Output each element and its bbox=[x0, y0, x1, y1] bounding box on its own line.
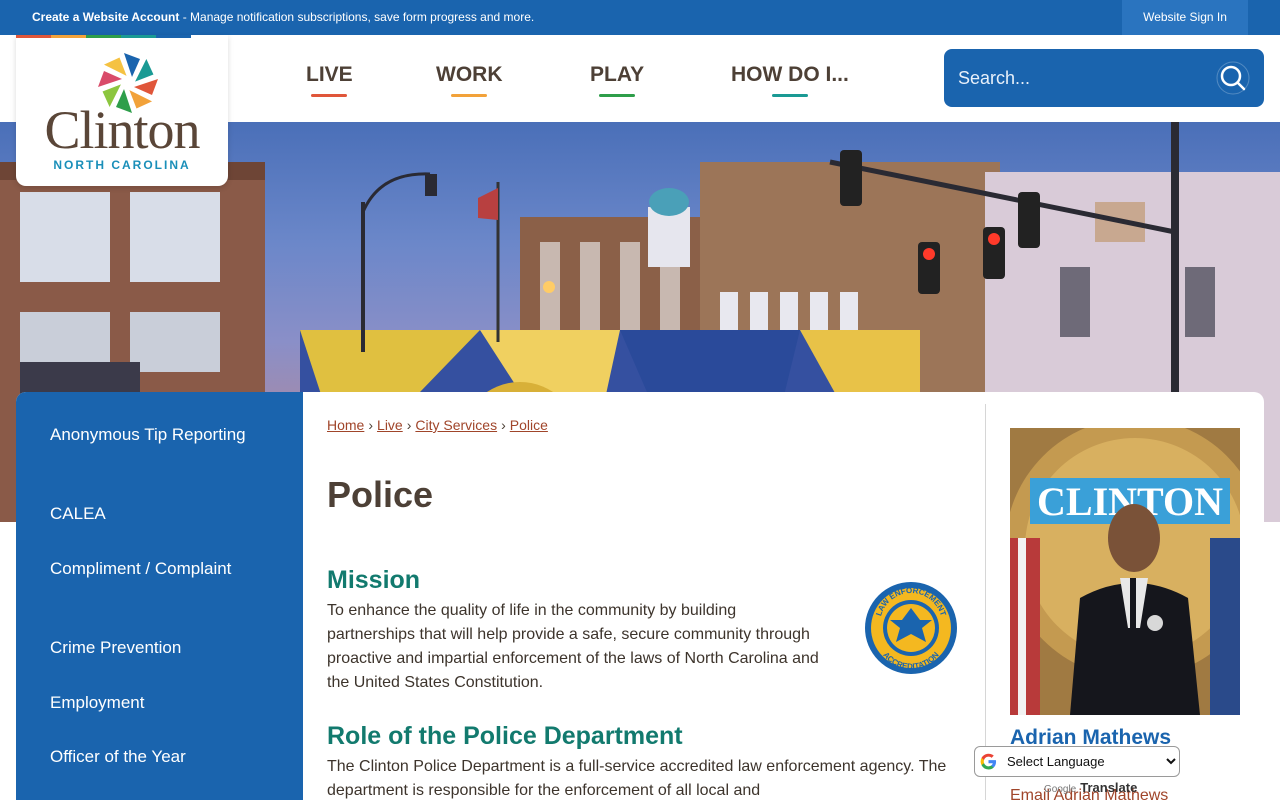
role-heading: Role of the Police Department bbox=[327, 722, 683, 750]
nav-how-do-i-underline bbox=[771, 94, 808, 97]
chief-portrait-image: CLINTON bbox=[1010, 428, 1240, 715]
nav-live-label: LIVE bbox=[306, 63, 353, 86]
main-content: Home › Live › City Services › Police Police Mi… bbox=[327, 392, 987, 800]
sidebar-item-calea[interactable]: CALEA bbox=[50, 501, 280, 526]
logo-stripe-orange bbox=[51, 35, 86, 38]
create-account-link[interactable]: Create a Website Account - Manage notifi… bbox=[32, 10, 534, 24]
page-title: Police bbox=[327, 474, 434, 515]
search-box bbox=[944, 49, 1264, 107]
sidebar-item-compliment-complaint[interactable]: Compliment / Complaint bbox=[50, 556, 280, 581]
logo-stripe-red bbox=[16, 35, 51, 38]
breadcrumb-live[interactable]: Live bbox=[377, 417, 403, 433]
nav-play-underline bbox=[599, 94, 636, 97]
sidebar-item-anonymous-tip[interactable]: Anonymous Tip Reporting bbox=[50, 422, 280, 447]
breadcrumb-separator: › bbox=[406, 417, 412, 433]
calea-accreditation-badge-icon: LAW ENFORCEMENT ACCREDITATION bbox=[865, 582, 957, 674]
breadcrumb-police[interactable]: Police bbox=[510, 417, 548, 433]
column-divider bbox=[985, 404, 986, 800]
logo-stripe-blue bbox=[156, 35, 191, 38]
breadcrumb-city-services[interactable]: City Services bbox=[415, 417, 497, 433]
nav-work-underline bbox=[451, 94, 488, 97]
sidebar-navigation: Anonymous Tip Reporting CALEA Compliment… bbox=[16, 392, 303, 800]
website-sign-in-button[interactable]: Website Sign In bbox=[1122, 0, 1248, 35]
language-select[interactable]: Select Language bbox=[974, 746, 1180, 777]
powered-google-label: Google bbox=[1044, 784, 1077, 795]
logo-subtitle: NORTH CAROLINA bbox=[53, 158, 191, 172]
role-text: The Clinton Police Department is a full-… bbox=[327, 758, 947, 799]
logo-stripe-teal bbox=[121, 35, 156, 38]
sidebar-item-crime-prevention[interactable]: Crime Prevention bbox=[50, 635, 280, 660]
google-g-icon bbox=[980, 753, 997, 770]
nav-work[interactable]: WORK bbox=[436, 63, 503, 97]
nav-play[interactable]: PLAY bbox=[590, 63, 645, 97]
search-icon[interactable] bbox=[1216, 61, 1250, 95]
nav-how-do-i-label: HOW DO I... bbox=[731, 63, 849, 86]
mission-text: To enhance the quality of life in the co… bbox=[327, 602, 819, 691]
nav-live[interactable]: LIVE bbox=[306, 63, 353, 97]
create-account-title[interactable]: Create a Website Account bbox=[32, 10, 179, 24]
site-logo[interactable]: Clinton NORTH CAROLINA bbox=[16, 35, 228, 186]
sidebar-item-officer-of-the-year[interactable]: Officer of the Year bbox=[50, 744, 280, 769]
mission-heading: Mission bbox=[327, 566, 421, 594]
content-card: Anonymous Tip Reporting CALEA Compliment… bbox=[16, 392, 1264, 800]
search-input[interactable] bbox=[958, 63, 1198, 93]
breadcrumb-separator: › bbox=[501, 417, 506, 433]
nav-work-label: WORK bbox=[436, 63, 503, 86]
create-account-description: - Manage notification subscriptions, sav… bbox=[179, 10, 535, 24]
powered-translate-label: Translate bbox=[1080, 780, 1138, 795]
logo-wordmark: Clinton bbox=[44, 100, 200, 160]
police-chief-photo: CLINTON bbox=[1010, 428, 1240, 715]
google-translate-widget: Select Language Google Translate bbox=[974, 746, 1180, 800]
sidebar-item-employment[interactable]: Employment bbox=[50, 690, 280, 715]
breadcrumb: Home › Live › City Services › Police bbox=[327, 417, 548, 433]
nav-live-underline bbox=[311, 94, 348, 97]
powered-by-google-translate[interactable]: Google Translate bbox=[1044, 780, 1137, 795]
nav-play-label: PLAY bbox=[590, 63, 645, 86]
utility-bar: Create a Website Account - Manage notifi… bbox=[0, 0, 1280, 35]
logo-stripe-green bbox=[86, 35, 121, 38]
nav-how-do-i[interactable]: HOW DO I... bbox=[731, 63, 849, 97]
breadcrumb-separator: › bbox=[368, 417, 374, 433]
breadcrumb-home[interactable]: Home bbox=[327, 417, 364, 433]
